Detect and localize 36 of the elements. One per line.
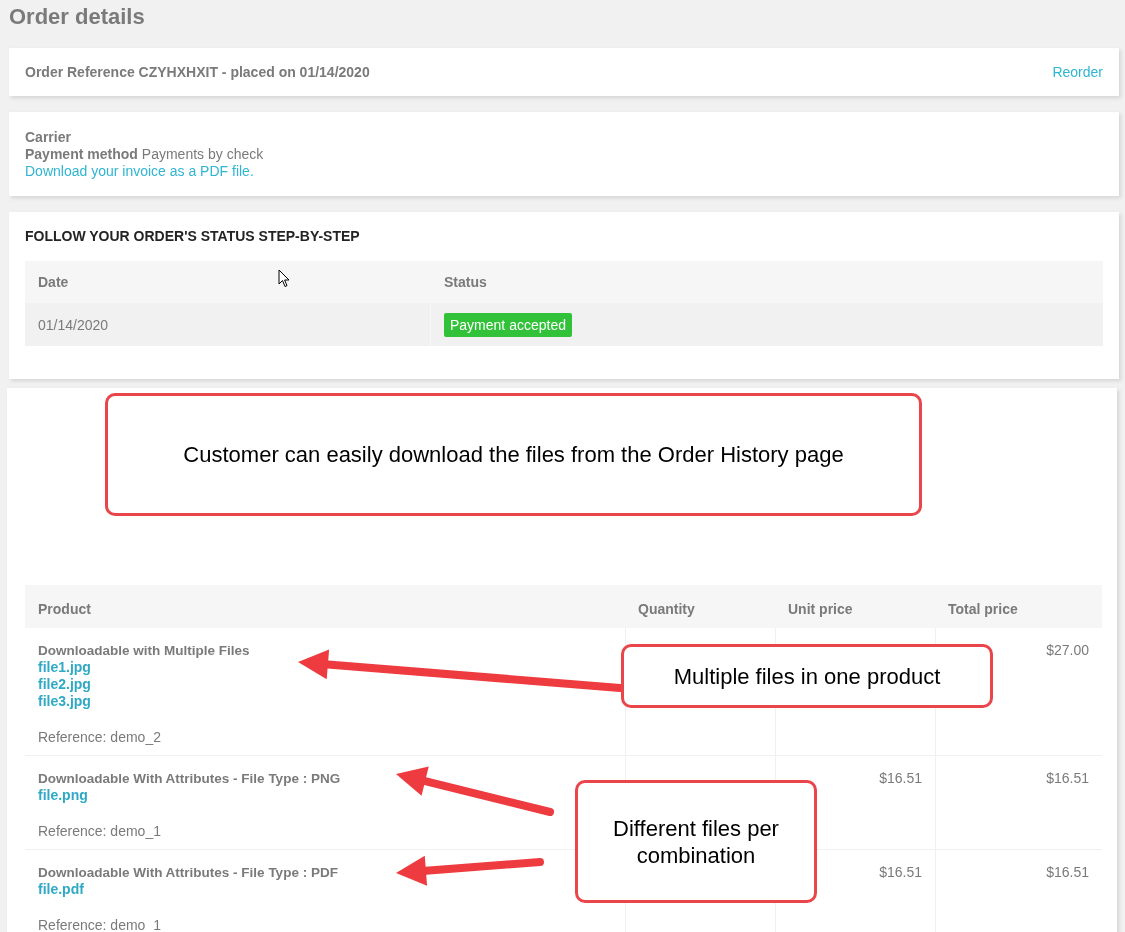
column-header: Total price bbox=[947, 600, 1019, 619]
column-header: Quantity bbox=[637, 600, 696, 619]
product-name: Downloadable with Multiple Files bbox=[38, 642, 250, 659]
table-cell: $27.00 bbox=[1046, 642, 1089, 658]
file-link[interactable]: file3.jpg bbox=[38, 693, 91, 710]
product-name: Downloadable With Attributes - File Type : PDF bbox=[38, 864, 338, 881]
callout-box: Customer can easily download the files from the Order History page bbox=[105, 393, 922, 516]
invoice-link[interactable]: Download your invoice as a PDF file. bbox=[25, 163, 254, 179]
file-link[interactable]: file1.jpg bbox=[38, 659, 91, 676]
table-cell: $16.51 bbox=[879, 864, 922, 880]
column-header: Date bbox=[37, 274, 69, 290]
file-link[interactable]: file.png bbox=[38, 787, 88, 804]
mouse-cursor-icon bbox=[278, 269, 290, 288]
callout-box: Multiple files in one product bbox=[621, 644, 993, 708]
table-cell: $16.51 bbox=[1046, 770, 1089, 786]
file-link[interactable]: file2.jpg bbox=[38, 676, 91, 693]
product-reference: Reference: demo_1 bbox=[38, 823, 161, 840]
table-cell: $16.51 bbox=[879, 770, 922, 786]
product-reference: Reference: demo_2 bbox=[38, 729, 161, 746]
product-name: Downloadable With Attributes - File Type : PNG bbox=[38, 770, 341, 787]
column-header: Product bbox=[37, 600, 92, 619]
callout-box: Different files per combination bbox=[575, 780, 817, 903]
table-cell: $16.51 bbox=[1046, 864, 1089, 880]
carrier-label: Carrier bbox=[25, 129, 72, 146]
order-reference: Order Reference CZYHXHXIT - placed on 01/14/2020 bbox=[25, 64, 370, 80]
product-reference: Reference: demo_1 bbox=[38, 917, 161, 932]
column-header: Unit price bbox=[787, 600, 854, 619]
section-heading: FOLLOW YOUR ORDER'S STATUS STEP-BY-STEP bbox=[25, 228, 361, 246]
status-badge: Payment accepted bbox=[444, 312, 572, 337]
reorder-link[interactable]: Reorder bbox=[1052, 64, 1103, 80]
payment-method-value: Payments by check bbox=[141, 146, 264, 162]
file-link[interactable]: file.pdf bbox=[38, 881, 84, 898]
column-header: Status bbox=[443, 274, 487, 290]
page-title: Order details bbox=[8, 3, 146, 31]
payment-method-label: Payment method bbox=[25, 146, 138, 162]
table-cell: 01/14/2020 bbox=[25, 303, 431, 346]
